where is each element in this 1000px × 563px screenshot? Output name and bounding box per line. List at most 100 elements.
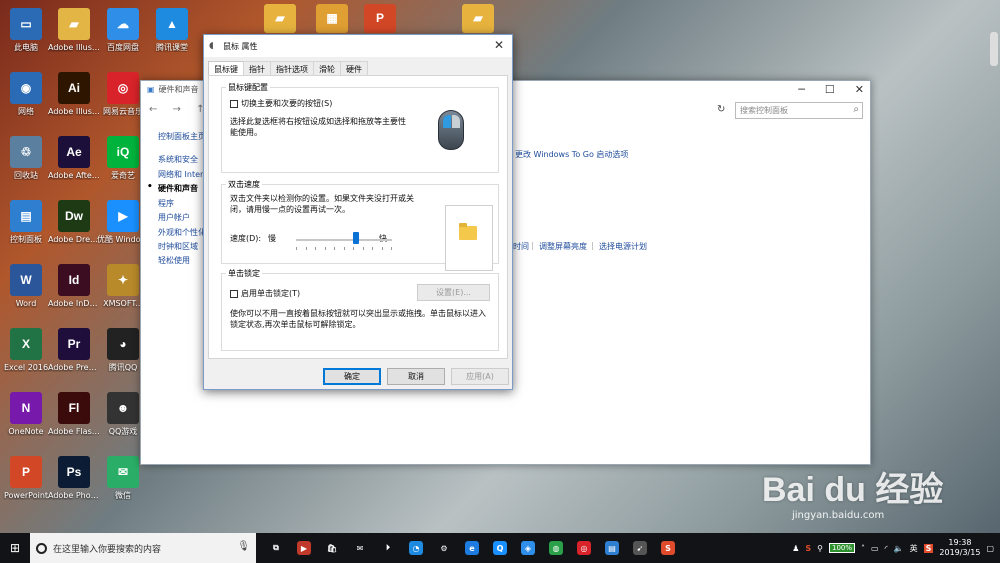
close-icon[interactable]: ✕ [494, 38, 504, 52]
taskbar-app-icon[interactable]: S [654, 533, 682, 563]
display-icon[interactable]: ▭ [871, 544, 879, 553]
link-power-plan[interactable]: 选择电源计划 [599, 241, 647, 252]
taskbar-app-icon[interactable]: ⚙ [430, 533, 458, 563]
taskbar-app-icon[interactable]: ▤ [598, 533, 626, 563]
sidebar-item[interactable]: 控制面板主页 [158, 131, 206, 142]
taskbar-app-icon[interactable]: ➹ [626, 533, 654, 563]
click-lock-settings-button[interactable]: 设置(E)... [417, 284, 490, 301]
sidebar-item[interactable]: 时钟和区域 [158, 241, 198, 252]
desktop-icon[interactable]: N OneNote [0, 388, 52, 450]
control-panel-search-input[interactable]: 搜索控制面板 ⌕ [735, 102, 863, 119]
speed-label: 速度(D): [230, 234, 262, 243]
desktop-icon[interactable]: Pr Adobe Premie... [48, 324, 100, 386]
microphone-icon[interactable]: 🎙 [237, 541, 250, 552]
usb-icon[interactable]: ⚲ [817, 544, 823, 553]
control-panel-title: 硬件和声音 [158, 85, 199, 94]
cancel-button[interactable]: 取消 [387, 368, 445, 385]
windows-start-icon[interactable]: ⊞ [0, 533, 30, 563]
click-lock-checkbox[interactable]: 启用单击锁定(T) [230, 288, 300, 299]
desktop-icon[interactable]: ▰ [254, 0, 306, 36]
mouse-properties-dialog: ◖ 鼠标 属性 ✕ 鼠标键 指针 指针选项 滑轮 硬件 鼠标键配置 切换主要和次要的按钮… [203, 34, 513, 390]
speed-slider-track[interactable] [296, 239, 392, 241]
taskbar-app-icon[interactable]: Q [486, 533, 514, 563]
speed-slider-thumb[interactable] [353, 232, 359, 244]
desktop-icon[interactable]: Ai Adobe Illustrat... [48, 68, 100, 130]
chevron-up-icon[interactable]: ˄ [861, 544, 865, 553]
taskbar-app-icon[interactable]: ◎ [570, 533, 598, 563]
desktop-icon[interactable]: ◉ 网络 [0, 68, 52, 130]
group-double-click-speed: 双击速度 双击文件夹以检测你的设置。如果文件夹没打开或关 闭，请用慢一点的设置再… [221, 179, 499, 271]
switch-buttons-checkbox[interactable]: 切换主要和次要的按钮(S) [230, 98, 332, 109]
navigation-arrows[interactable]: ← → ↑ [149, 104, 211, 115]
clock[interactable]: 19:38 2019/3/15 [939, 538, 980, 558]
desktop-icon[interactable]: ▭ 此电脑 [0, 4, 52, 66]
desktop-icon[interactable]: P PowerPoint [0, 452, 52, 514]
dialog-tab[interactable]: 鼠标键 [208, 61, 244, 75]
desktop-icon[interactable]: Fl Adobe Flash Professio... [48, 388, 100, 450]
group-title: 鼠标键配置 [226, 82, 270, 93]
dialog-tab[interactable]: 指针选项 [270, 61, 314, 75]
volume-icon[interactable]: 🔈 [894, 544, 904, 553]
sidebar-item[interactable]: 外观和个性化 [158, 227, 206, 238]
taskbar-app-icon[interactable]: ✉ [346, 533, 374, 563]
dialog-titlebar[interactable]: ◖ 鼠标 属性 ✕ [204, 35, 512, 57]
desktop-icon[interactable]: Dw Adobe Dreamwe... [48, 196, 100, 258]
taskbar-app-icon[interactable]: 🛍 [318, 533, 346, 563]
sidebar-item[interactable]: • 硬件和声音 [147, 182, 198, 194]
desktop-icon[interactable]: Id Adobe InDesi... [48, 260, 100, 322]
link-screen-brightness[interactable]: 调整屏幕亮度 [539, 241, 587, 252]
desktop-icon[interactable]: ▲ 腾讯课堂 [146, 4, 198, 66]
desktop-icon[interactable]: ▤ 控制面板 [0, 196, 52, 258]
desktop-icon[interactable]: Ae Adobe After Effects CS6 [48, 132, 100, 194]
group-title: 双击速度 [226, 179, 262, 190]
sidebar-item[interactable]: 程序 [158, 198, 174, 209]
notification-icon[interactable]: ▢ [986, 544, 994, 553]
sidebar-item[interactable]: 网络和 Inter [158, 169, 203, 180]
desktop-icon[interactable]: ♲ 回收站 [0, 132, 52, 194]
dialog-tab[interactable]: 硬件 [340, 61, 368, 75]
desktop-icon[interactable]: X Excel 2016 [0, 324, 52, 386]
sidebar-item-label: 控制面板主页 [158, 132, 206, 141]
desktop-icon[interactable]: Ps Adobe Photosh... [48, 452, 100, 514]
ime-indicator[interactable]: 英 [910, 543, 918, 554]
taskbar-app-icon[interactable]: ◍ [542, 533, 570, 563]
sidebar-item[interactable]: 系统和安全 [158, 154, 198, 165]
ok-button[interactable]: 确定 [323, 368, 381, 385]
tray-sogou-icon[interactable]: S [923, 543, 934, 553]
taskbar-app-icon[interactable]: e [458, 533, 486, 563]
desktop-icon[interactable]: ▦ [306, 0, 358, 36]
desktop-icon[interactable]: ▰ Adobe Illustrat... [48, 4, 100, 66]
desktop-icon[interactable]: P [354, 0, 406, 36]
dialog-tab[interactable]: 指针 [243, 61, 271, 75]
link-windows-to-go[interactable]: 更改 Windows To Go 启动选项 [515, 149, 628, 160]
desktop-icon-label: 网络 [18, 107, 34, 116]
person-icon[interactable]: ♟ [792, 544, 799, 553]
sidebar-item[interactable]: 用户帐户 [158, 212, 190, 223]
close-icon[interactable]: ✕ [855, 83, 864, 96]
taskbar-app-icon[interactable]: ⏵ [374, 533, 402, 563]
refresh-icon[interactable]: ↻ [717, 104, 725, 115]
wifi-icon[interactable]: ◜ [885, 544, 888, 553]
sidebar-item[interactable]: 轻松使用 [158, 255, 190, 266]
maximize-icon[interactable]: ☐ [825, 83, 835, 96]
double-click-test-area[interactable] [445, 205, 493, 271]
tray-s-icon[interactable]: S [805, 544, 811, 553]
taskbar-app-icon[interactable]: ⧉ [262, 533, 290, 563]
folder-icon[interactable] [459, 223, 477, 240]
taskbar-app-icon[interactable]: ◈ [514, 533, 542, 563]
minimize-icon[interactable]: ─ [798, 83, 805, 96]
dialog-tab[interactable]: 滑轮 [313, 61, 341, 75]
link-time[interactable]: 时间 [513, 241, 529, 252]
battery-indicator[interactable]: 100% [828, 543, 855, 553]
desktop-icon[interactable]: W Word [0, 260, 52, 322]
active-bullet-icon: • [147, 182, 153, 192]
taskbar-search-input[interactable]: 在这里输入你要搜索的内容 🎙 [30, 533, 256, 563]
desktop-icon[interactable]: ▰ [452, 0, 504, 36]
taskbar-app-icon[interactable]: ◔ [402, 533, 430, 563]
desktop-icon[interactable]: ☁ 百度网盘 [97, 4, 149, 66]
sidebar-item-label: 外观和个性化 [158, 228, 206, 237]
app-icon: ◉ [10, 72, 42, 104]
taskbar-app-icon[interactable]: ▶ [290, 533, 318, 563]
apply-button[interactable]: 应用(A) [451, 368, 509, 385]
edge-scroll-handle[interactable] [990, 32, 998, 66]
